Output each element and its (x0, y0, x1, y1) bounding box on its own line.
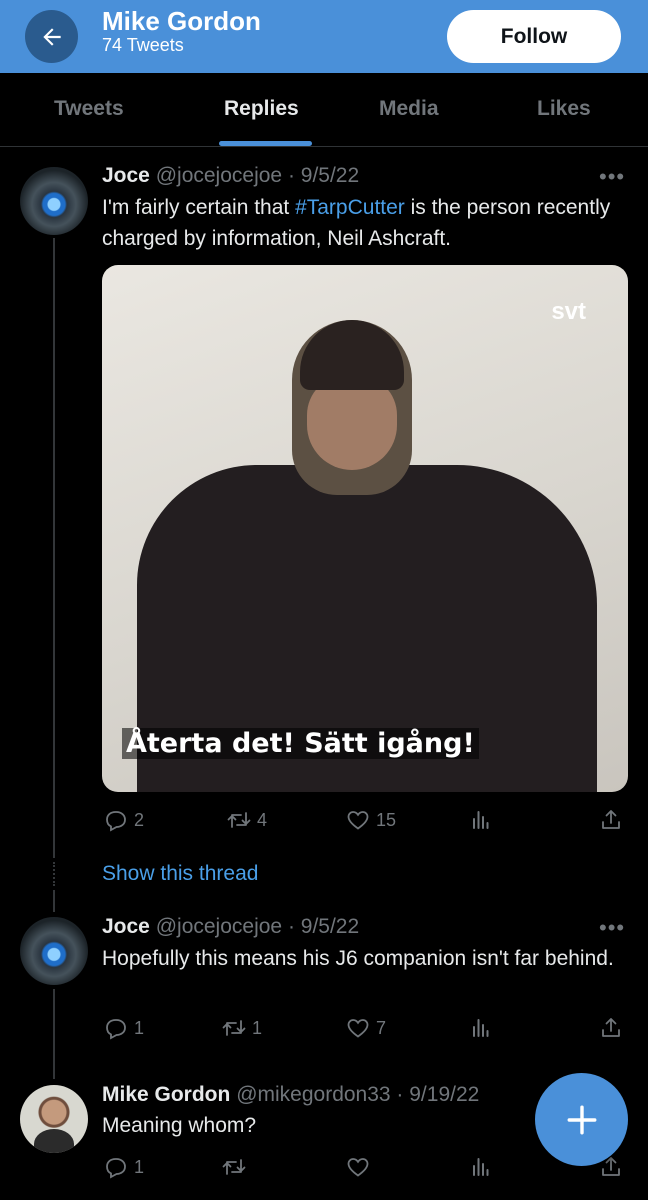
analytics-icon (473, 1158, 489, 1176)
tweet-text: I'm fairly certain that #TarpCutter is t… (102, 196, 611, 250)
share-icon (602, 810, 620, 829)
share-button[interactable] (599, 805, 623, 835)
tweet-count: 74 Tweets (102, 35, 184, 55)
tweet-handle-date: @jocejocejoe · 9/5/22 (155, 164, 360, 187)
reply-button[interactable]: 1 (104, 1152, 144, 1182)
reply-count: 1 (134, 1017, 145, 1038)
like-button[interactable] (346, 1152, 376, 1182)
retweet-button[interactable]: 4 (227, 805, 267, 835)
share-button[interactable] (599, 1013, 623, 1043)
tweet-actions: 1 (102, 1152, 628, 1182)
retweet-icon (222, 1159, 246, 1175)
tweet-author-name[interactable]: Joce (102, 915, 150, 938)
thread-line (53, 890, 55, 912)
tab-replies[interactable]: Replies (224, 97, 299, 121)
tweet-handle-date: @jocejocejoe · 9/5/22 (155, 915, 360, 938)
reply-icon (106, 1158, 126, 1179)
retweet-icon (227, 812, 251, 828)
arrow-left-icon (42, 27, 61, 46)
share-icon (602, 1018, 620, 1037)
active-tab-indicator (219, 141, 312, 146)
like-count: 15 (376, 809, 397, 830)
more-options-icon[interactable]: ••• (599, 164, 625, 190)
analytics-button[interactable] (469, 1152, 493, 1182)
avatar[interactable] (20, 917, 88, 985)
analytics-button[interactable] (469, 805, 493, 835)
retweet-button[interactable]: 1 (222, 1013, 262, 1043)
plus-icon (567, 1105, 596, 1134)
avatar[interactable] (20, 1085, 88, 1153)
profile-name: Mike Gordon (102, 6, 261, 36)
profile-tabs: Tweets Replies Media Likes (0, 73, 648, 147)
compose-tweet-button[interactable] (535, 1073, 628, 1166)
heart-icon (347, 811, 369, 830)
heart-icon (347, 1158, 369, 1177)
thread-gap-dots (53, 862, 55, 886)
tweet-handle-date: @mikegordon33 · 9/19/22 (236, 1083, 480, 1106)
tweet-actions: 1 1 7 (102, 1013, 628, 1043)
tab-tweets[interactable]: Tweets (54, 97, 124, 121)
svt-logo: svt (551, 298, 586, 325)
reply-button[interactable]: 1 (104, 1013, 144, 1043)
analytics-icon (473, 1019, 489, 1037)
tweet-author-name[interactable]: Joce (102, 164, 150, 187)
reply-icon (106, 1019, 126, 1040)
tweet-author-name[interactable]: Mike Gordon (102, 1083, 230, 1106)
tweet-text: Hopefully this means his J6 companion is… (102, 947, 614, 970)
like-button[interactable]: 7 (346, 1013, 386, 1043)
retweet-button[interactable] (222, 1152, 252, 1182)
video-subtitle: Återta det! Sätt igång! (122, 728, 479, 759)
show-thread-link[interactable]: Show this thread (102, 862, 258, 886)
retweet-icon (222, 1020, 246, 1036)
thread-line (53, 238, 55, 858)
hashtag-link[interactable]: #TarpCutter (295, 196, 405, 219)
back-button[interactable] (25, 10, 78, 63)
more-options-icon[interactable]: ••• (599, 915, 625, 941)
reply-button[interactable]: 2 (104, 805, 144, 835)
tab-media[interactable]: Media (379, 97, 439, 121)
reply-count: 1 (134, 1156, 145, 1177)
media-cap (300, 320, 404, 390)
tweet-actions: 2 4 15 (102, 805, 628, 835)
retweet-count: 1 (252, 1017, 263, 1038)
thread-line (53, 989, 55, 1079)
avatar[interactable] (20, 167, 88, 235)
analytics-icon (473, 811, 489, 829)
reply-count: 2 (134, 809, 145, 830)
tab-likes[interactable]: Likes (537, 97, 591, 121)
profile-header: Mike Gordon 74 Tweets Follow (0, 0, 648, 73)
like-button[interactable]: 15 (346, 805, 396, 835)
tweet-media-video[interactable]: svt Återta det! Sätt igång! (102, 265, 628, 792)
analytics-button[interactable] (469, 1013, 493, 1043)
retweet-count: 4 (257, 809, 268, 830)
follow-button[interactable]: Follow (447, 10, 621, 63)
reply-icon (106, 811, 126, 832)
heart-icon (347, 1019, 369, 1038)
like-count: 7 (376, 1017, 387, 1038)
